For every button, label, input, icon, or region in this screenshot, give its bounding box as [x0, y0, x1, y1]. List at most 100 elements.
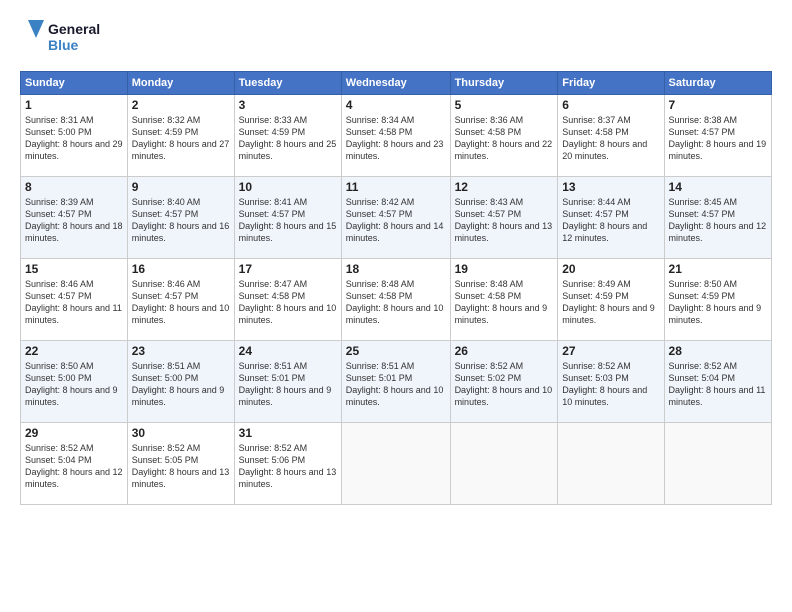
day-cell: 14 Sunrise: 8:45 AM Sunset: 4:57 PM Dayl…: [664, 177, 771, 259]
day-cell: 13 Sunrise: 8:44 AM Sunset: 4:57 PM Dayl…: [558, 177, 664, 259]
empty-cell: [664, 423, 771, 505]
col-monday: Monday: [127, 72, 234, 95]
day-info: Sunrise: 8:46 AM Sunset: 4:57 PM Dayligh…: [25, 278, 123, 327]
day-cell: 30 Sunrise: 8:52 AM Sunset: 5:05 PM Dayl…: [127, 423, 234, 505]
page: General Blue Sunday Monday Tuesday Wedne…: [0, 0, 792, 612]
day-number: 15: [25, 262, 123, 276]
day-cell: 25 Sunrise: 8:51 AM Sunset: 5:01 PM Dayl…: [341, 341, 450, 423]
day-cell: 29 Sunrise: 8:52 AM Sunset: 5:04 PM Dayl…: [21, 423, 128, 505]
day-cell: 28 Sunrise: 8:52 AM Sunset: 5:04 PM Dayl…: [664, 341, 771, 423]
day-number: 22: [25, 344, 123, 358]
calendar-row: 1 Sunrise: 8:31 AM Sunset: 5:00 PM Dayli…: [21, 95, 772, 177]
day-info: Sunrise: 8:48 AM Sunset: 4:58 PM Dayligh…: [346, 278, 446, 327]
day-number: 29: [25, 426, 123, 440]
calendar-row: 15 Sunrise: 8:46 AM Sunset: 4:57 PM Dayl…: [21, 259, 772, 341]
day-number: 19: [455, 262, 554, 276]
day-cell: 8 Sunrise: 8:39 AM Sunset: 4:57 PM Dayli…: [21, 177, 128, 259]
day-info: Sunrise: 8:37 AM Sunset: 4:58 PM Dayligh…: [562, 114, 659, 163]
day-cell: 7 Sunrise: 8:38 AM Sunset: 4:57 PM Dayli…: [664, 95, 771, 177]
day-cell: 15 Sunrise: 8:46 AM Sunset: 4:57 PM Dayl…: [21, 259, 128, 341]
day-number: 24: [239, 344, 337, 358]
day-cell: 11 Sunrise: 8:42 AM Sunset: 4:57 PM Dayl…: [341, 177, 450, 259]
day-cell: 5 Sunrise: 8:36 AM Sunset: 4:58 PM Dayli…: [450, 95, 558, 177]
day-number: 12: [455, 180, 554, 194]
day-number: 8: [25, 180, 123, 194]
day-cell: 10 Sunrise: 8:41 AM Sunset: 4:57 PM Dayl…: [234, 177, 341, 259]
day-info: Sunrise: 8:51 AM Sunset: 5:01 PM Dayligh…: [346, 360, 446, 409]
day-cell: 21 Sunrise: 8:50 AM Sunset: 4:59 PM Dayl…: [664, 259, 771, 341]
col-friday: Friday: [558, 72, 664, 95]
day-info: Sunrise: 8:38 AM Sunset: 4:57 PM Dayligh…: [669, 114, 767, 163]
day-number: 26: [455, 344, 554, 358]
svg-text:Blue: Blue: [48, 37, 79, 53]
day-cell: 27 Sunrise: 8:52 AM Sunset: 5:03 PM Dayl…: [558, 341, 664, 423]
day-info: Sunrise: 8:32 AM Sunset: 4:59 PM Dayligh…: [132, 114, 230, 163]
day-number: 11: [346, 180, 446, 194]
day-cell: 20 Sunrise: 8:49 AM Sunset: 4:59 PM Dayl…: [558, 259, 664, 341]
day-cell: 26 Sunrise: 8:52 AM Sunset: 5:02 PM Dayl…: [450, 341, 558, 423]
day-number: 5: [455, 98, 554, 112]
day-number: 13: [562, 180, 659, 194]
day-number: 18: [346, 262, 446, 276]
day-info: Sunrise: 8:51 AM Sunset: 5:01 PM Dayligh…: [239, 360, 337, 409]
svg-text:General: General: [48, 21, 100, 37]
day-number: 9: [132, 180, 230, 194]
header: General Blue: [20, 16, 772, 61]
day-info: Sunrise: 8:52 AM Sunset: 5:02 PM Dayligh…: [455, 360, 554, 409]
col-sunday: Sunday: [21, 72, 128, 95]
day-number: 21: [669, 262, 767, 276]
day-number: 28: [669, 344, 767, 358]
day-cell: 22 Sunrise: 8:50 AM Sunset: 5:00 PM Dayl…: [21, 341, 128, 423]
day-cell: 23 Sunrise: 8:51 AM Sunset: 5:00 PM Dayl…: [127, 341, 234, 423]
calendar-row: 22 Sunrise: 8:50 AM Sunset: 5:00 PM Dayl…: [21, 341, 772, 423]
day-number: 3: [239, 98, 337, 112]
day-cell: 3 Sunrise: 8:33 AM Sunset: 4:59 PM Dayli…: [234, 95, 341, 177]
day-number: 6: [562, 98, 659, 112]
day-number: 23: [132, 344, 230, 358]
day-info: Sunrise: 8:31 AM Sunset: 5:00 PM Dayligh…: [25, 114, 123, 163]
col-tuesday: Tuesday: [234, 72, 341, 95]
day-info: Sunrise: 8:52 AM Sunset: 5:04 PM Dayligh…: [669, 360, 767, 409]
day-number: 1: [25, 98, 123, 112]
day-cell: 12 Sunrise: 8:43 AM Sunset: 4:57 PM Dayl…: [450, 177, 558, 259]
empty-cell: [341, 423, 450, 505]
col-wednesday: Wednesday: [341, 72, 450, 95]
day-info: Sunrise: 8:45 AM Sunset: 4:57 PM Dayligh…: [669, 196, 767, 245]
logo: General Blue: [20, 16, 110, 61]
day-number: 7: [669, 98, 767, 112]
day-info: Sunrise: 8:46 AM Sunset: 4:57 PM Dayligh…: [132, 278, 230, 327]
day-info: Sunrise: 8:36 AM Sunset: 4:58 PM Dayligh…: [455, 114, 554, 163]
day-info: Sunrise: 8:34 AM Sunset: 4:58 PM Dayligh…: [346, 114, 446, 163]
day-number: 14: [669, 180, 767, 194]
day-cell: 31 Sunrise: 8:52 AM Sunset: 5:06 PM Dayl…: [234, 423, 341, 505]
day-number: 4: [346, 98, 446, 112]
day-cell: 1 Sunrise: 8:31 AM Sunset: 5:00 PM Dayli…: [21, 95, 128, 177]
day-info: Sunrise: 8:39 AM Sunset: 4:57 PM Dayligh…: [25, 196, 123, 245]
day-info: Sunrise: 8:43 AM Sunset: 4:57 PM Dayligh…: [455, 196, 554, 245]
day-number: 17: [239, 262, 337, 276]
day-info: Sunrise: 8:47 AM Sunset: 4:58 PM Dayligh…: [239, 278, 337, 327]
day-info: Sunrise: 8:52 AM Sunset: 5:04 PM Dayligh…: [25, 442, 123, 491]
day-cell: 18 Sunrise: 8:48 AM Sunset: 4:58 PM Dayl…: [341, 259, 450, 341]
calendar-row: 8 Sunrise: 8:39 AM Sunset: 4:57 PM Dayli…: [21, 177, 772, 259]
day-info: Sunrise: 8:52 AM Sunset: 5:05 PM Dayligh…: [132, 442, 230, 491]
day-info: Sunrise: 8:51 AM Sunset: 5:00 PM Dayligh…: [132, 360, 230, 409]
calendar-row: 29 Sunrise: 8:52 AM Sunset: 5:04 PM Dayl…: [21, 423, 772, 505]
day-number: 10: [239, 180, 337, 194]
day-cell: 17 Sunrise: 8:47 AM Sunset: 4:58 PM Dayl…: [234, 259, 341, 341]
day-cell: 6 Sunrise: 8:37 AM Sunset: 4:58 PM Dayli…: [558, 95, 664, 177]
day-info: Sunrise: 8:50 AM Sunset: 5:00 PM Dayligh…: [25, 360, 123, 409]
empty-cell: [450, 423, 558, 505]
day-cell: 16 Sunrise: 8:46 AM Sunset: 4:57 PM Dayl…: [127, 259, 234, 341]
day-info: Sunrise: 8:40 AM Sunset: 4:57 PM Dayligh…: [132, 196, 230, 245]
logo-svg: General Blue: [20, 16, 110, 61]
day-cell: 24 Sunrise: 8:51 AM Sunset: 5:01 PM Dayl…: [234, 341, 341, 423]
day-number: 20: [562, 262, 659, 276]
day-info: Sunrise: 8:42 AM Sunset: 4:57 PM Dayligh…: [346, 196, 446, 245]
day-number: 30: [132, 426, 230, 440]
calendar-header-row: Sunday Monday Tuesday Wednesday Thursday…: [21, 72, 772, 95]
day-number: 27: [562, 344, 659, 358]
day-cell: 19 Sunrise: 8:48 AM Sunset: 4:58 PM Dayl…: [450, 259, 558, 341]
day-cell: 2 Sunrise: 8:32 AM Sunset: 4:59 PM Dayli…: [127, 95, 234, 177]
day-info: Sunrise: 8:44 AM Sunset: 4:57 PM Dayligh…: [562, 196, 659, 245]
